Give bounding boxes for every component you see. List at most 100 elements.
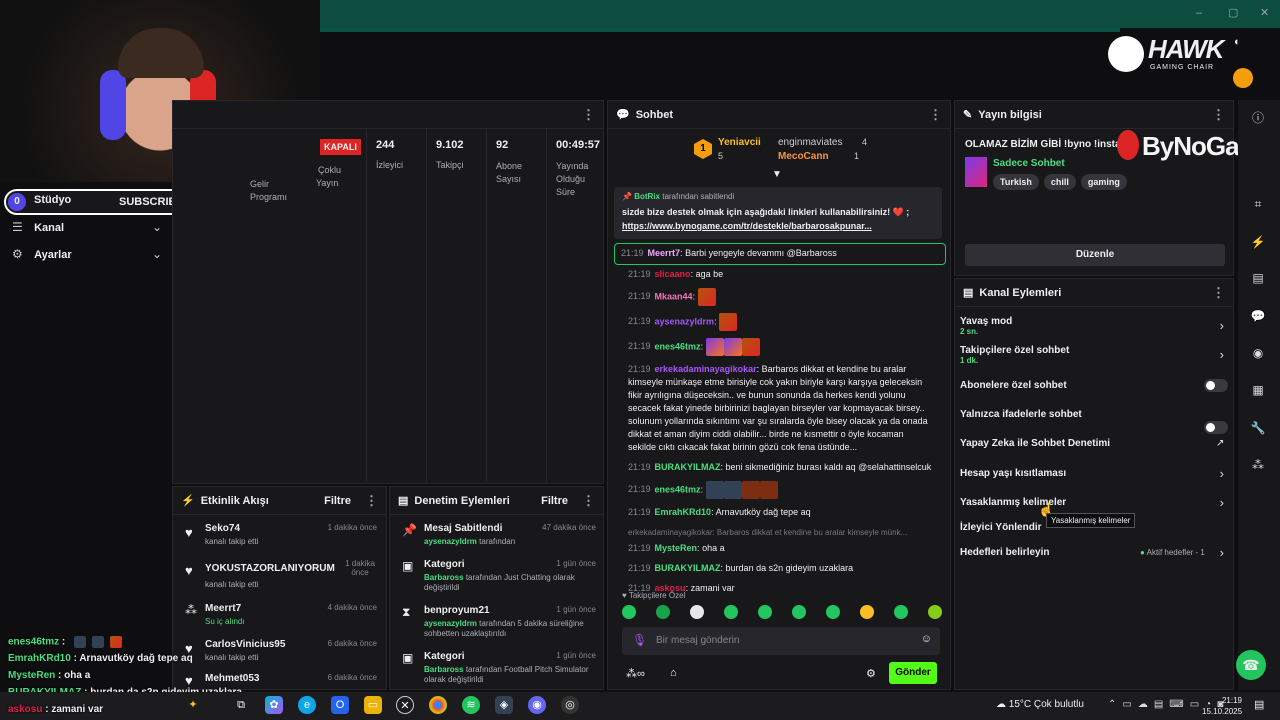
moderation-filter-button[interactable]: Filtre: [541, 495, 568, 507]
send-button[interactable]: Gönder: [889, 662, 937, 684]
notification-icon[interactable]: ▤: [1254, 698, 1264, 711]
nav-studio[interactable]: Stüdyo: [34, 194, 71, 206]
chat-user[interactable]: erkekadaminayagikokar: [655, 364, 757, 374]
subs-left-count: 0: [8, 193, 26, 211]
window-minimize-button[interactable]: –: [1196, 7, 1202, 19]
microphone-icon[interactable]: 🎙: [632, 633, 647, 647]
emote-icon[interactable]: [758, 605, 772, 619]
app-icon[interactable]: ◈: [495, 696, 513, 714]
nav-channel[interactable]: ☰ Kanal ⌄: [12, 220, 162, 234]
emote-icon[interactable]: [826, 605, 840, 619]
stat-value: 9.102: [436, 139, 464, 151]
category-icon: ▣: [402, 559, 414, 573]
chat-user[interactable]: BURAKYILMAZ: [655, 563, 721, 573]
gear-icon[interactable]: ⚙: [866, 667, 876, 680]
tag-chip[interactable]: Turkish: [993, 174, 1039, 190]
discord-icon[interactable]: ◉: [528, 696, 546, 714]
emote-icon[interactable]: [860, 605, 874, 619]
users-icon[interactable]: ▦: [1248, 380, 1268, 400]
heart-icon: ♥: [185, 563, 193, 578]
chat-header: 💬 Sohbet ⋮: [608, 101, 950, 129]
more-icon[interactable]: ⋮: [365, 493, 378, 509]
more-icon[interactable]: ⋮: [1212, 107, 1225, 123]
action-ai-moderation[interactable]: Yapay Zeka ile Sohbet Denetimi: [960, 438, 1110, 449]
pin-icon: 📌: [622, 192, 632, 201]
tag-chip[interactable]: chill: [1043, 174, 1076, 190]
activity-desc: kanalı takip etti: [205, 537, 259, 546]
emote-icon[interactable]: [724, 605, 738, 619]
outlook-icon[interactable]: O: [331, 696, 349, 714]
document-icon[interactable]: ▤: [1248, 268, 1268, 288]
emote-icon[interactable]: [690, 605, 704, 619]
store-icon[interactable]: ⌂: [670, 667, 677, 679]
tooltip: Yasaklanmış kelimeler: [1046, 513, 1136, 528]
chat-message: 21:19 MysteRen: oha a: [628, 543, 725, 553]
chat-user[interactable]: aysenazyldrm: [655, 316, 715, 326]
more-icon[interactable]: ⋮: [1212, 285, 1225, 301]
wrench-icon[interactable]: 🔧: [1248, 418, 1268, 438]
emote-bar: [622, 605, 942, 621]
sparkle-icon[interactable]: ✦: [184, 696, 202, 714]
chat-user[interactable]: enes46tmz: [655, 484, 701, 494]
weather-widget[interactable]: ☁ 15°C Çok bulutlu: [996, 699, 1084, 710]
copilot-icon[interactable]: ✿: [265, 696, 283, 714]
bolt-icon[interactable]: ⚡: [1248, 232, 1268, 252]
avatar[interactable]: [1233, 68, 1253, 88]
chat-user[interactable]: Meerrt7: [648, 248, 681, 258]
action-account-age[interactable]: Hesap yaşı kısıtlaması: [960, 468, 1066, 479]
more-icon[interactable]: ⋮: [582, 493, 595, 509]
action-followers-chat[interactable]: Takipçilere özel sohbet 1 dk.: [960, 345, 1069, 365]
broadcast-icon[interactable]: ◉: [1248, 343, 1268, 363]
points-icon[interactable]: ⁂∞: [626, 667, 645, 680]
action-slow-mode[interactable]: Yavaş mod 2 sn.: [960, 316, 1012, 336]
stream-title: OLAMAZ BİZİM GİBİ !byno !insta: [965, 139, 1121, 150]
spotify-icon[interactable]: ≋: [462, 696, 480, 714]
chevron-down-icon[interactable]: ▼: [772, 169, 782, 180]
nav-settings[interactable]: ⚙ Ayarlar ⌄: [12, 247, 162, 261]
chat-user[interactable]: enes46tmz: [655, 341, 701, 351]
obs-icon[interactable]: ◎: [561, 696, 579, 714]
more-icon[interactable]: ⋮: [582, 107, 595, 123]
points-icon[interactable]: ⁂: [1248, 455, 1268, 475]
emoji-icon[interactable]: ☺: [921, 633, 932, 645]
more-icon[interactable]: ⋮: [929, 107, 942, 123]
window-close-button[interactable]: ✕: [1260, 6, 1269, 19]
edit-button[interactable]: Düzenle: [965, 244, 1225, 266]
chat-icon[interactable]: 💬: [1248, 306, 1268, 326]
emote-icon[interactable]: [792, 605, 806, 619]
frame-icon[interactable]: ⌗: [1248, 194, 1268, 214]
subscribers-chat-toggle[interactable]: [1204, 379, 1228, 392]
edge-icon[interactable]: e: [298, 696, 316, 714]
emote-icon[interactable]: [894, 605, 908, 619]
emote-icon[interactable]: [622, 605, 636, 619]
clock[interactable]: 21:19 15.10.2025: [1202, 695, 1242, 717]
chat-user[interactable]: BURAKYILMAZ: [655, 462, 721, 472]
tag-chip[interactable]: gaming: [1080, 174, 1127, 190]
action-set-goals[interactable]: Hedefleri belirleyin: [960, 547, 1049, 558]
xbox-icon[interactable]: ✕: [396, 696, 414, 714]
pinned-link[interactable]: https://www.bynogame.com/tr/destekle/bar…: [622, 221, 934, 231]
window-maximize-button[interactable]: ▢: [1228, 6, 1238, 19]
chat-user[interactable]: slicaano: [655, 269, 691, 279]
chat-user[interactable]: EmrahKRd10: [655, 507, 712, 517]
emote-only-toggle[interactable]: [1204, 421, 1228, 434]
task-view-icon[interactable]: ⧉: [232, 696, 250, 714]
activity-time: 6 dakika önce: [327, 639, 377, 648]
activity-filter-button[interactable]: Filtre: [324, 495, 351, 507]
chrome-icon[interactable]: [429, 696, 447, 714]
stream-category[interactable]: Sadece Sohbet: [993, 158, 1065, 169]
chat-time: 21:19: [628, 269, 651, 279]
emote-icon[interactable]: [928, 605, 942, 619]
chat-user[interactable]: MysteRen: [655, 543, 698, 553]
clock-date: 15.10.2025: [1202, 707, 1243, 716]
support-button[interactable]: ☎: [1236, 650, 1266, 680]
moderation-item-time: 1 gün önce: [556, 605, 596, 614]
pinned-by-suffix: tarafından sabitlendi: [662, 192, 735, 201]
emote-icon[interactable]: [656, 605, 670, 619]
activity-desc: kanalı takip etti: [205, 653, 259, 662]
explorer-icon[interactable]: ▭: [364, 696, 382, 714]
action-redirect-viewers[interactable]: İzleyici Yönlendir: [960, 522, 1042, 533]
chat-user[interactable]: Mkaan44: [655, 291, 693, 301]
info-icon[interactable]: ⓘ: [1248, 108, 1268, 128]
chat-input[interactable]: 🎙 Bir mesaj gönderin ☺: [622, 627, 940, 655]
